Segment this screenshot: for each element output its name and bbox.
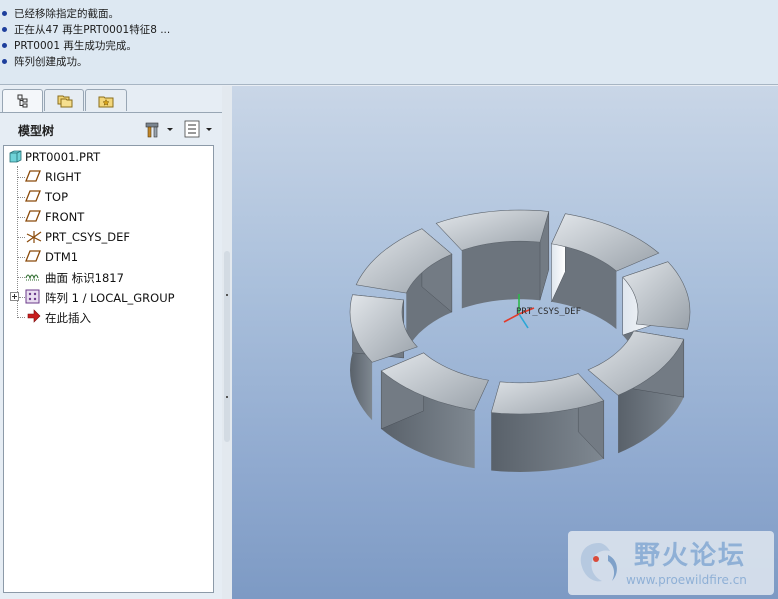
tree-root-item[interactable]: PRT0001.PRT: [4, 147, 213, 167]
tree-item-label: 曲面 标识1817: [45, 271, 124, 285]
tree-connector: [17, 277, 25, 278]
watermark: 野火论坛 www.proewildfire.cn: [568, 531, 774, 595]
ring-segment: [490, 372, 605, 472]
tree-connector: [17, 197, 25, 198]
splitter-dot: [226, 396, 228, 398]
tab-model-tree[interactable]: [2, 89, 43, 113]
message-line-2: 正在从47 再生PRT0001特征8 ...: [14, 24, 171, 36]
ring-segment: [435, 209, 550, 309]
tree-item-label: FRONT: [45, 210, 85, 224]
csys-icon: [26, 231, 42, 243]
list-view-icon: [184, 120, 212, 138]
ring-segment: [380, 352, 489, 469]
message-bullet: [2, 27, 7, 32]
tree-item-label: PRT_CSYS_DEF: [45, 230, 131, 244]
tree-item-label: PRT0001.PRT: [25, 150, 101, 164]
tree-item-label: TOP: [45, 190, 69, 204]
tree-item-label: RIGHT: [45, 170, 81, 184]
favorites-icon: [98, 96, 114, 108]
tab-divider: [0, 112, 222, 113]
settings-dropdown-button[interactable]: [144, 119, 176, 139]
show-dropdown-button[interactable]: [183, 119, 215, 139]
datum-plane-icon: [25, 210, 41, 222]
model-tree-title: 模型树: [18, 124, 55, 138]
chevron-down-icon: [206, 128, 212, 131]
tools-icon: [145, 122, 173, 138]
tree-connector: [17, 257, 25, 258]
surface-icon: [25, 274, 39, 281]
tree-connector: [17, 177, 25, 178]
message-line-4: 阵列创建成功。: [14, 56, 88, 68]
tree-connector: [17, 237, 25, 238]
tree-item-label: 在此插入: [45, 311, 91, 325]
model-tree-icon: [17, 94, 28, 108]
tree-item-dtm1[interactable]: DTM1: [4, 247, 213, 267]
panel-splitter[interactable]: [222, 86, 232, 599]
message-line-1: 已经移除指定的截面。: [14, 8, 119, 20]
model-tree[interactable]: PRT0001.PRT RIGHT TOP FRONT PRT_CSYS_DEF…: [3, 145, 214, 593]
forum-logo-icon: [580, 543, 617, 582]
tree-item-surface[interactable]: 曲面 标识1817: [4, 267, 213, 287]
datum-plane-icon: [25, 250, 41, 262]
tab-favorites[interactable]: [85, 89, 127, 111]
folder-browser-icon: [57, 95, 73, 108]
tree-item-top[interactable]: TOP: [4, 187, 213, 207]
tree-item-csys[interactable]: PRT_CSYS_DEF: [4, 227, 213, 247]
watermark-url: www.proewildfire.cn: [626, 573, 747, 587]
tab-folder-browser[interactable]: [44, 89, 84, 111]
datum-plane-icon: [25, 190, 41, 202]
graphics-viewport[interactable]: PRT_CSYS_DEF 野火论坛 www.proewildfire.cn: [232, 86, 778, 599]
message-area: 已经移除指定的截面。 正在从47 再生PRT0001特征8 ... PRT000…: [0, 0, 778, 85]
message-bullet: [2, 43, 7, 48]
watermark-brand: 野火论坛: [634, 541, 747, 571]
tree-item-label: DTM1: [45, 250, 79, 264]
datum-plane-icon: [25, 170, 41, 182]
tree-connector: [17, 317, 25, 318]
tree-item-front[interactable]: FRONT: [4, 207, 213, 227]
tree-item-label: 阵列 1 / LOCAL_GROUP: [45, 291, 175, 305]
splitter-dot: [226, 294, 228, 296]
part-icon: [9, 150, 22, 163]
expand-icon[interactable]: [10, 292, 19, 301]
tree-connector: [17, 217, 25, 218]
csys-label: PRT_CSYS_DEF: [516, 307, 582, 317]
message-bullet: [2, 11, 7, 16]
message-bullet: [2, 59, 7, 64]
ring-model: [349, 209, 691, 472]
navigator-panel: 模型树 PRT0001.PRT RIGHT TOP FRONT PRT_CSYS…: [0, 86, 229, 599]
tree-item-insert-here[interactable]: 在此插入: [4, 307, 213, 327]
splitter-grip[interactable]: [224, 348, 230, 442]
pattern-icon: [25, 289, 40, 304]
insert-arrow-icon: [27, 309, 41, 323]
tree-item-pattern[interactable]: 阵列 1 / LOCAL_GROUP: [4, 287, 213, 307]
tree-item-right[interactable]: RIGHT: [4, 167, 213, 187]
message-line-3: PRT0001 再生成功完成。: [14, 40, 137, 52]
segment-inner-wall: [461, 241, 540, 309]
chevron-down-icon: [167, 128, 173, 131]
